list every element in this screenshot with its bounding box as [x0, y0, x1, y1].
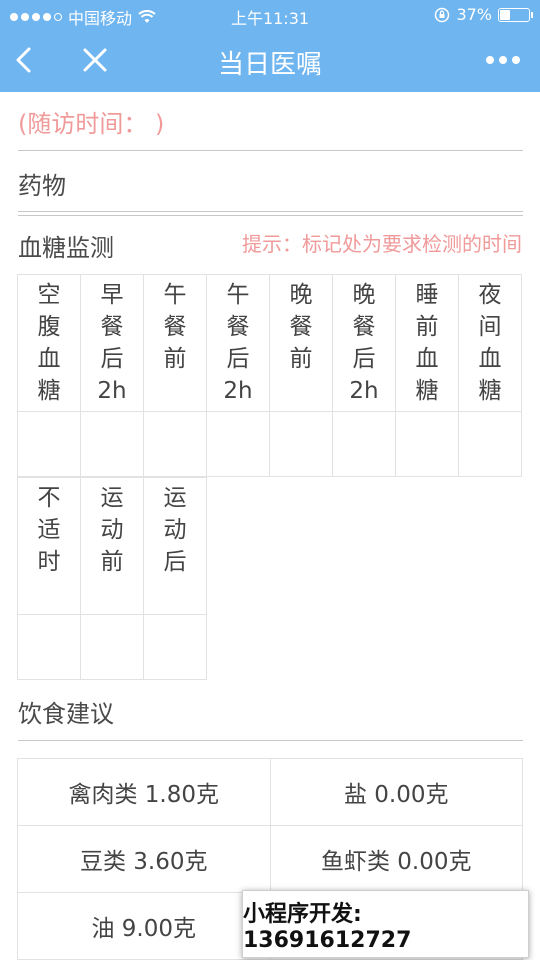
glucose-mark-cell — [17, 411, 81, 477]
glucose-mark-row — [17, 614, 207, 680]
rotation-lock-icon — [435, 7, 450, 22]
glucose-mark-cell — [269, 411, 333, 477]
glucose-slot: 晚餐前 — [269, 274, 333, 412]
battery-icon — [498, 7, 533, 22]
diet-item: 鱼虾类 0.00克 — [269, 825, 523, 893]
glucose-mark-cell — [395, 411, 459, 477]
glucose-slot-label: 运动前 — [100, 485, 124, 575]
glucose-slot-label: 运动后 — [163, 485, 187, 575]
glucose-tip: 提示：标记处为要求检测的时间 — [242, 232, 522, 256]
table-row: 禽肉类 1.80克 盐 0.00克 — [17, 758, 523, 826]
glucose-slot: 运动前 — [80, 477, 144, 615]
glucose-table-row1: 空腹血糖 早餐后2h 午餐前 午餐后2h 晚餐前 晚餐后2h 睡前血糖 夜间血糖 — [17, 274, 522, 477]
glucose-mark-cell — [80, 614, 144, 680]
glucose-slot: 午餐前 — [143, 274, 207, 412]
medicine-section-title: 药物 — [18, 172, 66, 200]
developer-banner: 小程序开发: 13691612727 — [242, 890, 529, 958]
diet-item: 盐 0.00克 — [269, 758, 523, 826]
glucose-slot: 不适时 — [17, 477, 81, 615]
divider — [18, 215, 523, 216]
glucose-section-title: 血糖监测 — [18, 234, 114, 262]
page-title: 当日医嘱 — [217, 50, 322, 80]
glucose-slot-label: 不适时 — [37, 485, 61, 575]
divider — [18, 150, 523, 151]
more-icon[interactable] — [486, 56, 520, 64]
glucose-slot-label: 午餐前 — [163, 282, 187, 372]
visit-time: (随访时间： ) — [18, 110, 165, 138]
battery-percent: 37% — [456, 5, 492, 24]
glucose-mark-row — [17, 411, 522, 477]
glucose-mark-cell — [458, 411, 522, 477]
nav-bar: 当日医嘱 — [0, 30, 540, 92]
glucose-slot: 夜间血糖 — [458, 274, 522, 412]
divider — [18, 211, 523, 212]
glucose-slot: 运动后 — [143, 477, 207, 615]
glucose-table-row2: 不适时 运动前 运动后 — [17, 477, 207, 680]
glucose-slot-label: 早餐后2h — [97, 282, 127, 404]
glucose-mark-cell — [143, 614, 207, 680]
glucose-mark-cell — [206, 411, 270, 477]
status-bar: 中国移动 上午11:31 37% — [0, 0, 540, 30]
glucose-slot-label: 晚餐后2h — [349, 282, 379, 404]
glucose-mark-cell — [143, 411, 207, 477]
glucose-label-row: 不适时 运动前 运动后 — [17, 477, 207, 615]
glucose-slot-label: 午餐后2h — [223, 282, 253, 404]
diet-item: 禽肉类 1.80克 — [17, 758, 271, 826]
glucose-label-row: 空腹血糖 早餐后2h 午餐前 午餐后2h 晚餐前 晚餐后2h 睡前血糖 夜间血糖 — [17, 274, 522, 412]
glucose-slot-label: 睡前血糖 — [415, 282, 439, 404]
status-right: 37% — [434, 5, 533, 24]
diet-item: 豆类 3.60克 — [17, 825, 271, 893]
glucose-slot: 早餐后2h — [80, 274, 144, 412]
glucose-mark-cell — [332, 411, 396, 477]
glucose-mark-cell — [80, 411, 144, 477]
glucose-slot: 午餐后2h — [206, 274, 270, 412]
diet-section-title: 饮食建议 — [18, 700, 114, 728]
glucose-slot-label: 空腹血糖 — [37, 282, 61, 404]
glucose-slot-label: 晚餐前 — [289, 282, 313, 372]
table-row: 豆类 3.60克 鱼虾类 0.00克 — [17, 825, 523, 893]
glucose-mark-cell — [17, 614, 81, 680]
glucose-slot: 晚餐后2h — [332, 274, 396, 412]
glucose-slot: 空腹血糖 — [17, 274, 81, 412]
divider — [18, 740, 523, 741]
diet-item: 油 9.00克 — [17, 892, 271, 960]
glucose-slot-label: 夜间血糖 — [478, 282, 502, 404]
glucose-slot: 睡前血糖 — [395, 274, 459, 412]
